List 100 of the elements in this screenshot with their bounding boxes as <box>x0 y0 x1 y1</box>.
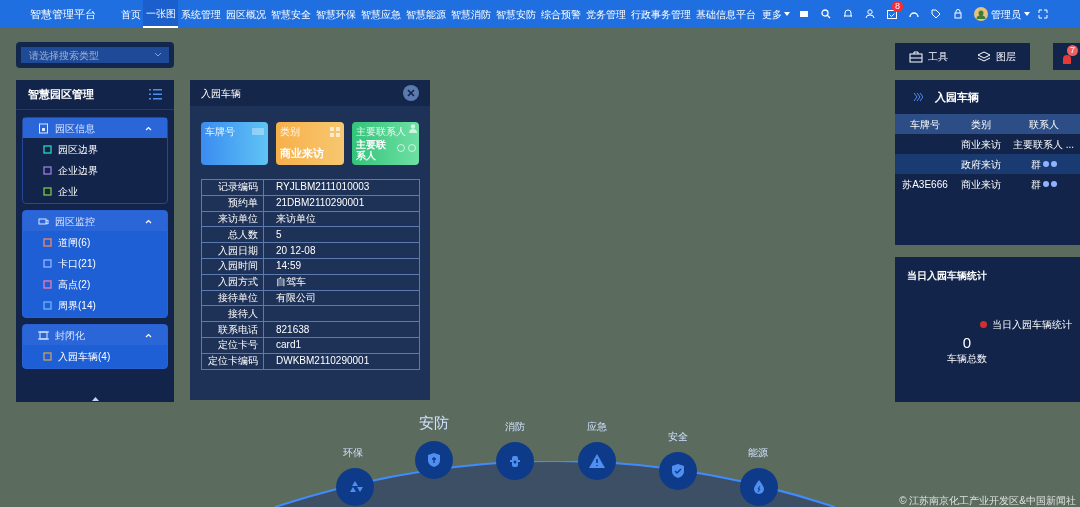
alarm-count-badge: 7 <box>1067 45 1078 56</box>
field-value: 自驾车 <box>263 274 420 291</box>
table-cell-text: 主要联系人 ... <box>1012 137 1075 152</box>
menu-item[interactable]: 周界(14) <box>23 295 167 316</box>
table-cell-text: 群 <box>1030 157 1041 172</box>
menu-item[interactable]: 企业 <box>23 181 167 202</box>
nav-tab[interactable]: 智慧安全 <box>268 0 313 28</box>
table-cell-text: 商业来访 <box>960 177 1002 192</box>
menu-item[interactable]: 卡口(21) <box>23 253 167 274</box>
collapse-icon[interactable] <box>91 397 99 401</box>
table-cell-text: 苏A3E666 <box>901 177 949 192</box>
more-menu[interactable]: 更多 <box>758 6 794 22</box>
camera-icon <box>38 215 49 227</box>
nav-tab[interactable]: 园区概况 <box>223 0 268 28</box>
platform-title: 智慧管理平台 <box>29 6 97 22</box>
dial-label: 应急 <box>587 420 607 434</box>
menu-item[interactable]: 入园车辆(4) <box>23 346 167 367</box>
field-label: 来访单位 <box>201 211 264 227</box>
field-label: 入园时间 <box>201 258 264 275</box>
item-marker-icon <box>43 238 52 247</box>
inbox-icon[interactable] <box>886 8 898 20</box>
menu-item[interactable]: 企业边界 <box>23 160 167 181</box>
fullscreen-icon[interactable] <box>1038 9 1048 19</box>
nav-tab[interactable]: 智慧消防 <box>448 0 493 28</box>
field-value: 20 12-08 <box>263 242 420 259</box>
lock-icon[interactable] <box>952 8 964 20</box>
nav-tab[interactable]: 行政事务管理 <box>628 0 693 28</box>
table-row[interactable]: 政府来访 群 <box>895 154 1080 174</box>
field-label: 入园日期 <box>201 242 264 259</box>
tool-button[interactable]: 图层 <box>976 49 1016 64</box>
search-type-select[interactable]: 请选择搜索类型 <box>21 47 169 63</box>
dial-label: 能源 <box>748 446 768 460</box>
bell-icon[interactable] <box>842 8 854 20</box>
search-icon[interactable] <box>820 8 832 20</box>
avatar-icon <box>974 7 988 21</box>
menu-group-header[interactable]: 园区监控 <box>23 211 167 231</box>
column-header: 类别 <box>970 117 992 132</box>
person-icon <box>409 124 417 133</box>
field-label: 接待单位 <box>201 290 264 306</box>
dial-label: 安全 <box>668 430 688 444</box>
column-header: 联系人 <box>1027 117 1060 132</box>
dial-button[interactable] <box>578 442 616 480</box>
chevron-up-icon <box>145 125 152 131</box>
nav-tab[interactable]: 智慧能源 <box>403 0 448 28</box>
nav-tab[interactable]: 系统管理 <box>178 0 223 28</box>
dial-label: 环保 <box>343 446 363 460</box>
tool-button[interactable]: 工具 <box>909 49 949 64</box>
field-label: 预约单 <box>201 195 264 212</box>
field-value: card1 <box>263 337 420 354</box>
menu-item[interactable]: 园区边界 <box>23 139 167 160</box>
field-label: 定位卡号 <box>201 337 264 354</box>
menu-group-header[interactable]: 园区信息 <box>23 118 167 138</box>
item-marker-icon <box>43 280 52 289</box>
siren-icon <box>1061 53 1072 64</box>
nav-tab[interactable]: 智慧环保 <box>313 0 358 28</box>
nav-tab[interactable]: 智慧应急 <box>358 0 403 28</box>
item-marker-icon <box>43 352 52 361</box>
dial-button[interactable] <box>659 452 697 490</box>
column-header: 车牌号 <box>909 117 941 132</box>
nav-tab[interactable]: 基础信息平台 <box>693 0 758 28</box>
field-label: 接待人 <box>201 305 264 322</box>
person-icon[interactable] <box>864 8 876 20</box>
dial-button[interactable] <box>496 442 534 480</box>
caret-icon <box>1024 12 1030 16</box>
alarm-button[interactable]: 7 <box>1053 43 1080 70</box>
menu-item[interactable]: 高点(2) <box>23 274 167 295</box>
close-icon <box>407 89 415 97</box>
chevron-up-icon <box>145 332 152 338</box>
card-label: 类别 <box>280 126 301 137</box>
nav-tab[interactable]: 首页 <box>118 0 143 28</box>
field-value: RYJLBM2111010003 <box>263 179 420 196</box>
nav-tab[interactable]: 综合预警 <box>538 0 583 28</box>
notification-badge: 8 <box>892 1 903 12</box>
field-value: 821638 <box>263 321 420 338</box>
nav-tab[interactable]: 智慧安防 <box>493 0 538 28</box>
card-label: 车牌号 <box>205 126 235 137</box>
grid-icon <box>329 127 340 137</box>
list-menu-icon[interactable] <box>149 89 162 100</box>
menu-item[interactable]: 道闸(6) <box>23 232 167 253</box>
field-value: 21DBM2110290001 <box>263 195 420 212</box>
close-button[interactable] <box>403 85 419 101</box>
tag-icon[interactable] <box>930 8 942 20</box>
chevron-up-icon <box>145 218 152 224</box>
menu-group-header[interactable]: 封闭化 <box>23 325 167 345</box>
dial-button[interactable] <box>415 441 453 479</box>
item-marker-icon <box>43 301 52 310</box>
nav-tab[interactable]: 一张图 <box>143 0 178 28</box>
field-value: DWKBM2110290001 <box>263 353 420 370</box>
dial-button[interactable] <box>336 468 374 506</box>
card-value: 商业来访 <box>280 146 326 161</box>
table-row[interactable]: 苏A3E666 商业来访 群 <box>895 174 1080 194</box>
document-icon <box>38 122 49 134</box>
item-marker-icon <box>43 166 52 175</box>
dial-button[interactable] <box>740 468 778 506</box>
user-menu[interactable]: 管理员 <box>974 6 1030 22</box>
nav-tab[interactable]: 党务管理 <box>583 0 628 28</box>
shield-check-icon <box>669 462 687 480</box>
card-value: 主要联系人 <box>355 139 387 161</box>
panel-title: 入园车辆 <box>935 89 979 105</box>
table-row[interactable]: 商业来访 主要联系人 ... <box>895 134 1080 154</box>
